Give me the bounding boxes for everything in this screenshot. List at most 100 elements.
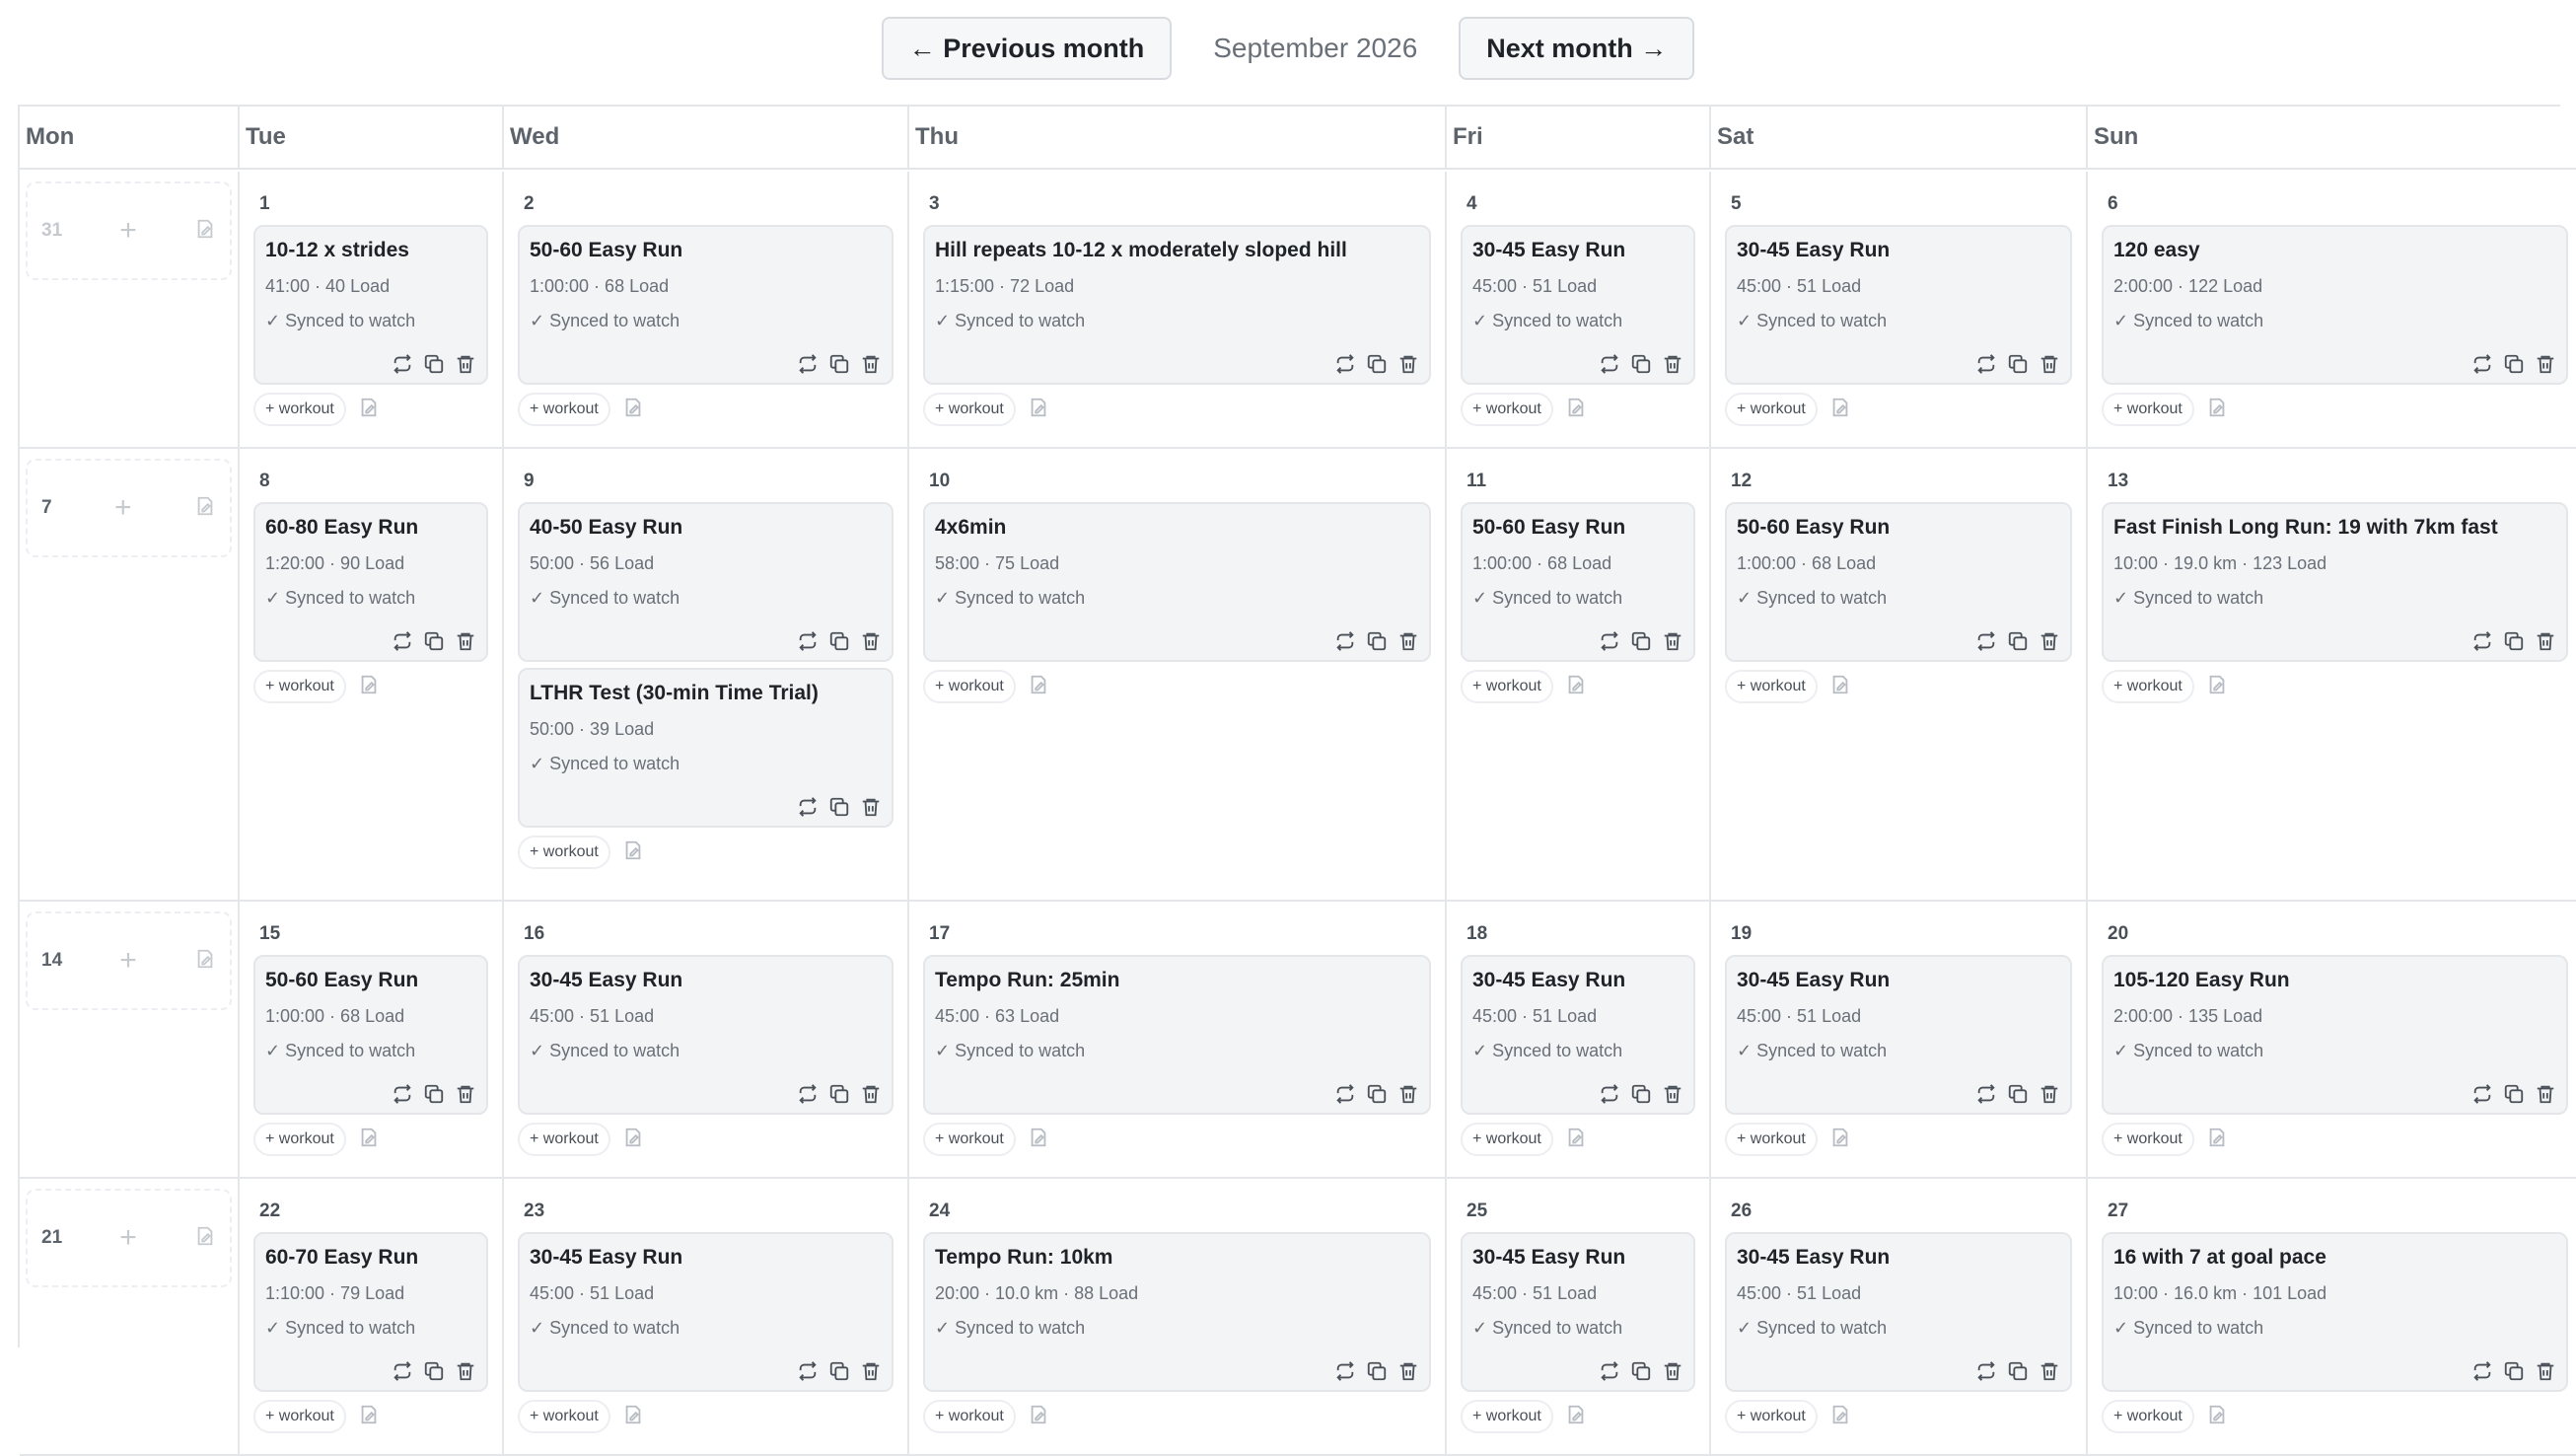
workout-card[interactable]: 40-50 Easy Run 50:00 · 56 Load ✓ Synced to… bbox=[518, 502, 894, 662]
copy-icon[interactable] bbox=[2503, 1083, 2525, 1105]
repeat-icon[interactable] bbox=[1599, 1083, 1620, 1105]
copy-icon[interactable] bbox=[423, 1083, 445, 1105]
trash-icon[interactable] bbox=[1397, 630, 1419, 652]
workout-card[interactable]: LTHR Test (30-min Time Trial) 50:00 · 39 … bbox=[518, 668, 894, 828]
copy-icon[interactable] bbox=[423, 1360, 445, 1382]
note-icon[interactable] bbox=[194, 948, 216, 975]
repeat-icon[interactable] bbox=[797, 1360, 819, 1382]
copy-icon[interactable] bbox=[423, 353, 445, 375]
monday-placeholder[interactable]: 21 + bbox=[26, 1189, 232, 1287]
repeat-icon[interactable] bbox=[797, 1083, 819, 1105]
trash-icon[interactable] bbox=[2535, 1083, 2556, 1105]
workout-card[interactable]: Fast Finish Long Run: 19 with 7km fast 10… bbox=[2102, 502, 2568, 662]
repeat-icon[interactable] bbox=[1975, 1360, 1997, 1382]
trash-icon[interactable] bbox=[2039, 353, 2060, 375]
add-workout-button[interactable]: + workout bbox=[1461, 1400, 1553, 1433]
copy-icon[interactable] bbox=[1630, 1083, 1652, 1105]
repeat-icon[interactable] bbox=[1599, 1360, 1620, 1382]
workout-card[interactable]: 60-80 Easy Run 1:20:00 · 90 Load ✓ Synced … bbox=[253, 502, 488, 662]
repeat-icon[interactable] bbox=[392, 630, 413, 652]
trash-icon[interactable] bbox=[1397, 1360, 1419, 1382]
repeat-icon[interactable] bbox=[1599, 630, 1620, 652]
add-workout-button[interactable]: + workout bbox=[1461, 393, 1553, 426]
add-workout-button[interactable]: + workout bbox=[2102, 393, 2194, 426]
repeat-icon[interactable] bbox=[392, 1083, 413, 1105]
workout-card[interactable]: 30-45 Easy Run 45:00 · 51 Load ✓ Synced to… bbox=[1725, 1232, 2072, 1392]
copy-icon[interactable] bbox=[828, 796, 850, 818]
note-icon[interactable] bbox=[1829, 397, 1851, 423]
repeat-icon[interactable] bbox=[797, 796, 819, 818]
note-icon[interactable] bbox=[1028, 674, 1049, 700]
note-icon[interactable] bbox=[1028, 1404, 1049, 1430]
trash-icon[interactable] bbox=[2535, 630, 2556, 652]
trash-icon[interactable] bbox=[860, 353, 882, 375]
workout-card[interactable]: 30-45 Easy Run 45:00 · 51 Load ✓ Synced to… bbox=[518, 955, 894, 1115]
repeat-icon[interactable] bbox=[1334, 630, 1356, 652]
note-icon[interactable] bbox=[194, 1225, 216, 1252]
copy-icon[interactable] bbox=[1630, 1360, 1652, 1382]
trash-icon[interactable] bbox=[2535, 353, 2556, 375]
add-workout-button[interactable]: + workout bbox=[1725, 1400, 1818, 1433]
copy-icon[interactable] bbox=[423, 630, 445, 652]
note-icon[interactable] bbox=[622, 397, 644, 423]
note-icon[interactable] bbox=[2206, 397, 2228, 423]
workout-card[interactable]: 120 easy 2:00:00 · 122 Load ✓ Synced to wa… bbox=[2102, 225, 2568, 385]
repeat-icon[interactable] bbox=[1599, 353, 1620, 375]
trash-icon[interactable] bbox=[2039, 1360, 2060, 1382]
trash-icon[interactable] bbox=[860, 796, 882, 818]
add-workout-button[interactable]: + workout bbox=[1725, 1123, 1818, 1156]
trash-icon[interactable] bbox=[2535, 1360, 2556, 1382]
repeat-icon[interactable] bbox=[2471, 630, 2493, 652]
add-workout-button[interactable]: + workout bbox=[1725, 393, 1818, 426]
copy-icon[interactable] bbox=[828, 630, 850, 652]
repeat-icon[interactable] bbox=[1975, 1083, 1997, 1105]
copy-icon[interactable] bbox=[2007, 630, 2029, 652]
add-workout-button[interactable]: + workout bbox=[923, 393, 1016, 426]
workout-card[interactable]: 50-60 Easy Run 1:00:00 · 68 Load ✓ Synced … bbox=[253, 955, 488, 1115]
trash-icon[interactable] bbox=[860, 1360, 882, 1382]
note-icon[interactable] bbox=[1829, 1404, 1851, 1430]
trash-icon[interactable] bbox=[455, 1083, 476, 1105]
note-icon[interactable] bbox=[358, 397, 380, 423]
repeat-icon[interactable] bbox=[2471, 1083, 2493, 1105]
trash-icon[interactable] bbox=[1662, 353, 1683, 375]
repeat-icon[interactable] bbox=[392, 1360, 413, 1382]
repeat-icon[interactable] bbox=[2471, 1360, 2493, 1382]
note-icon[interactable] bbox=[2206, 1404, 2228, 1430]
add-workout-button[interactable]: + workout bbox=[253, 670, 346, 703]
repeat-icon[interactable] bbox=[1975, 353, 1997, 375]
workout-card[interactable]: 30-45 Easy Run 45:00 · 51 Load ✓ Synced to… bbox=[1461, 1232, 1695, 1392]
workout-card[interactable]: 30-45 Easy Run 45:00 · 51 Load ✓ Synced to… bbox=[1725, 955, 2072, 1115]
copy-icon[interactable] bbox=[828, 1360, 850, 1382]
copy-icon[interactable] bbox=[2007, 1083, 2029, 1105]
workout-card[interactable]: 105-120 Easy Run 2:00:00 · 135 Load ✓ Sync… bbox=[2102, 955, 2568, 1115]
copy-icon[interactable] bbox=[2007, 1360, 2029, 1382]
add-workout-button[interactable]: + workout bbox=[253, 393, 346, 426]
copy-icon[interactable] bbox=[1630, 630, 1652, 652]
monday-placeholder[interactable]: 14 + bbox=[26, 911, 232, 1010]
trash-icon[interactable] bbox=[860, 630, 882, 652]
add-workout-button[interactable]: + workout bbox=[923, 670, 1016, 703]
workout-card[interactable]: 16 with 7 at goal pace 10:00 · 16.0 km · … bbox=[2102, 1232, 2568, 1392]
copy-icon[interactable] bbox=[828, 1083, 850, 1105]
repeat-icon[interactable] bbox=[392, 353, 413, 375]
note-icon[interactable] bbox=[1829, 674, 1851, 700]
note-icon[interactable] bbox=[2206, 674, 2228, 700]
add-workout-button[interactable]: + workout bbox=[1461, 670, 1553, 703]
copy-icon[interactable] bbox=[1366, 353, 1388, 375]
copy-icon[interactable] bbox=[2503, 353, 2525, 375]
add-workout-button[interactable]: + workout bbox=[518, 1123, 610, 1156]
monday-placeholder[interactable]: 31 + bbox=[26, 182, 232, 280]
trash-icon[interactable] bbox=[2039, 1083, 2060, 1105]
copy-icon[interactable] bbox=[1366, 1083, 1388, 1105]
add-workout-button[interactable]: + workout bbox=[253, 1123, 346, 1156]
workout-card[interactable]: 4x6min 58:00 · 75 Load ✓ Synced to watch bbox=[923, 502, 1431, 662]
monday-placeholder[interactable]: 7 + bbox=[26, 459, 232, 557]
repeat-icon[interactable] bbox=[1975, 630, 1997, 652]
add-workout-button[interactable]: + workout bbox=[253, 1400, 346, 1433]
repeat-icon[interactable] bbox=[1334, 1360, 1356, 1382]
add-workout-icon[interactable]: + bbox=[119, 1221, 137, 1255]
note-icon[interactable] bbox=[1565, 674, 1587, 700]
workout-card[interactable]: 30-45 Easy Run 45:00 · 51 Load ✓ Synced to… bbox=[1461, 225, 1695, 385]
workout-card[interactable]: Hill repeats 10-12 x moderately sloped h… bbox=[923, 225, 1431, 385]
